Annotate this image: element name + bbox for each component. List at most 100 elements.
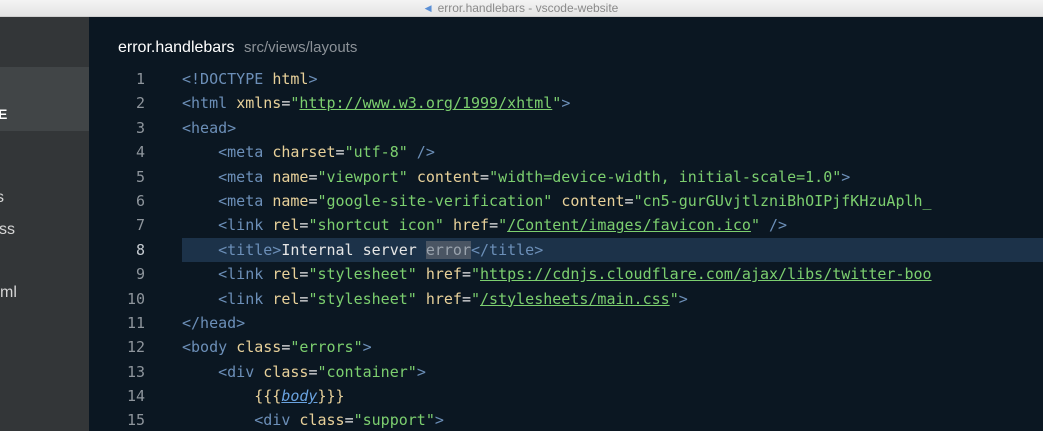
code-line-content[interactable]: <title>Internal server error</title>: [182, 237, 1043, 263]
editor-title: error.handlebars src/views/layouts: [118, 39, 357, 57]
code-line[interactable]: 12 <body class="errors">: [89, 335, 1043, 359]
code-line[interactable]: 3 <head>: [89, 116, 1043, 140]
code-line-content[interactable]: <div class="container">: [182, 360, 1043, 384]
code-token: <link: [218, 216, 273, 235]
code-token: <meta: [218, 143, 273, 162]
sidebar-item-file[interactable]: css: [0, 221, 15, 239]
sidebar-item-file[interactable]: s: [0, 189, 4, 207]
code-line[interactable]: 14 {{{body}}}: [89, 384, 1043, 408]
code-token: class: [236, 338, 282, 357]
code-token: }}}: [317, 387, 345, 406]
explorer-sidebar: TE s css xml: [0, 17, 89, 431]
code-line-content[interactable]: <!DOCTYPE html>: [182, 67, 1043, 91]
line-number: 4: [135, 143, 145, 162]
code-token: <head>: [182, 118, 237, 137]
code-token: <body: [182, 338, 237, 357]
code-token: ": [552, 94, 562, 113]
code-token: =: [489, 216, 499, 235]
sidebar-header: [0, 67, 89, 131]
code-token: <link: [218, 289, 273, 308]
code-token: <!DOCTYPE: [182, 70, 273, 88]
code-token: =: [461, 289, 471, 308]
line-number: 7: [135, 216, 145, 235]
code-editor[interactable]: error.handlebars src/views/layouts 1 <!DO…: [89, 17, 1043, 431]
code-token: >: [678, 289, 688, 308]
code-line-content[interactable]: <link rel="stylesheet" href="/stylesheet…: [182, 287, 1043, 311]
code-line-content[interactable]: <link rel="shortcut icon" href="/Content…: [182, 213, 1043, 237]
code-token: ": [471, 289, 481, 308]
code-token: =: [344, 411, 354, 430]
line-number: 6: [135, 191, 145, 210]
code-line[interactable]: 5 <meta name="viewport" content="width=d…: [89, 165, 1043, 189]
code-line-content[interactable]: <meta name = "google-site-verification" co…: [182, 189, 1043, 213]
code-token: "stylesheet": [308, 289, 417, 308]
code-line[interactable]: 1 <!DOCTYPE html>: [89, 67, 1043, 91]
code-token: charset: [272, 143, 336, 162]
code-token: rel: [272, 289, 300, 308]
code-token: "container": [317, 362, 417, 381]
code-token: href: [425, 265, 462, 284]
code-token: href: [452, 216, 490, 235]
code-line-content[interactable]: <head>: [182, 116, 1043, 140]
code-line[interactable]: 2 <html xmlns="http://www.w3.org/1999/xht…: [89, 91, 1043, 115]
code-line-content[interactable]: <body class="errors">: [182, 335, 1043, 359]
code-token: />: [407, 143, 435, 162]
code-line-content[interactable]: </head>: [182, 311, 1043, 335]
code-line[interactable]: 9 <link rel="stylesheet" href="https://c…: [89, 262, 1043, 286]
code-line[interactable]: 10 <link rel="stylesheet" href="/stylesh…: [89, 287, 1043, 311]
code-line-content[interactable]: <div class="support">: [182, 408, 1043, 431]
code-area[interactable]: 1 <!DOCTYPE html> 2 <html xmlns="http://www…: [89, 67, 1043, 431]
sidebar-item-file[interactable]: xml: [0, 284, 17, 302]
code-token: ": [750, 216, 760, 235]
code-line-content[interactable]: {{{body}}}: [182, 384, 1043, 408]
code-token: Internal server: [281, 240, 426, 259]
code-token: content: [561, 191, 625, 210]
line-number: 11: [126, 313, 145, 332]
line-number: 14: [126, 387, 145, 406]
code-line-content[interactable]: <meta charset="utf-8" />: [182, 140, 1043, 164]
code-token: </title>: [471, 240, 544, 259]
code-token: ": [471, 265, 481, 284]
code-line-content[interactable]: <meta name="viewport" content="width=dev…: [182, 165, 1043, 189]
code-token: body: [281, 387, 318, 406]
code-token: >: [561, 94, 571, 113]
code-line[interactable]: 6 <meta name = "google-site-verification" …: [89, 189, 1043, 213]
code-line[interactable]: 8 <title>Internal server error</title>: [89, 237, 1043, 263]
code-token: <meta: [218, 191, 273, 210]
code-line[interactable]: 15 <div class="support">: [89, 408, 1043, 431]
code-token: =: [335, 143, 345, 162]
code-token: >: [416, 362, 426, 381]
code-token: class: [299, 411, 345, 430]
code-line-content[interactable]: <html xmlns="http://www.w3.org/1999/xhtm…: [182, 91, 1043, 115]
code-token: name: [272, 191, 309, 210]
sidebar-section-title[interactable]: TE: [0, 106, 8, 122]
line-number: 2: [135, 94, 145, 113]
code-token: <link: [218, 265, 273, 284]
code-line[interactable]: 7 <link rel="shortcut icon" href="/Conte…: [89, 213, 1043, 237]
code-token: name: [272, 167, 309, 186]
code-token: /stylesheets/main.css: [480, 289, 670, 308]
code-token: <div: [254, 411, 300, 430]
line-number: 12: [126, 338, 145, 357]
window-titlebar: ◀ error.handlebars - vscode-website: [0, 0, 1043, 17]
code-token: >: [434, 411, 444, 430]
code-line[interactable]: 4 <meta charset="utf-8" />: [89, 140, 1043, 164]
code-token: "support": [353, 411, 435, 430]
code-token: "cn5-gurGUvjtlzniBhOIPjfKHzuAplh_: [633, 191, 932, 210]
code-token: href: [425, 289, 462, 308]
code-line-content[interactable]: <link rel="stylesheet" href="https://cdn…: [182, 262, 1043, 286]
code-token: >: [308, 70, 318, 88]
code-line[interactable]: 13 <div class="container">: [89, 360, 1043, 384]
code-token: "errors": [290, 338, 363, 357]
line-number: 3: [135, 118, 145, 137]
code-token: "google-site-verification": [317, 191, 553, 210]
code-token: html: [272, 70, 309, 88]
code-token: /Content/images/favicon.ico: [507, 216, 751, 235]
code-line[interactable]: 11 </head>: [89, 311, 1043, 335]
code-token: rel: [272, 265, 300, 284]
